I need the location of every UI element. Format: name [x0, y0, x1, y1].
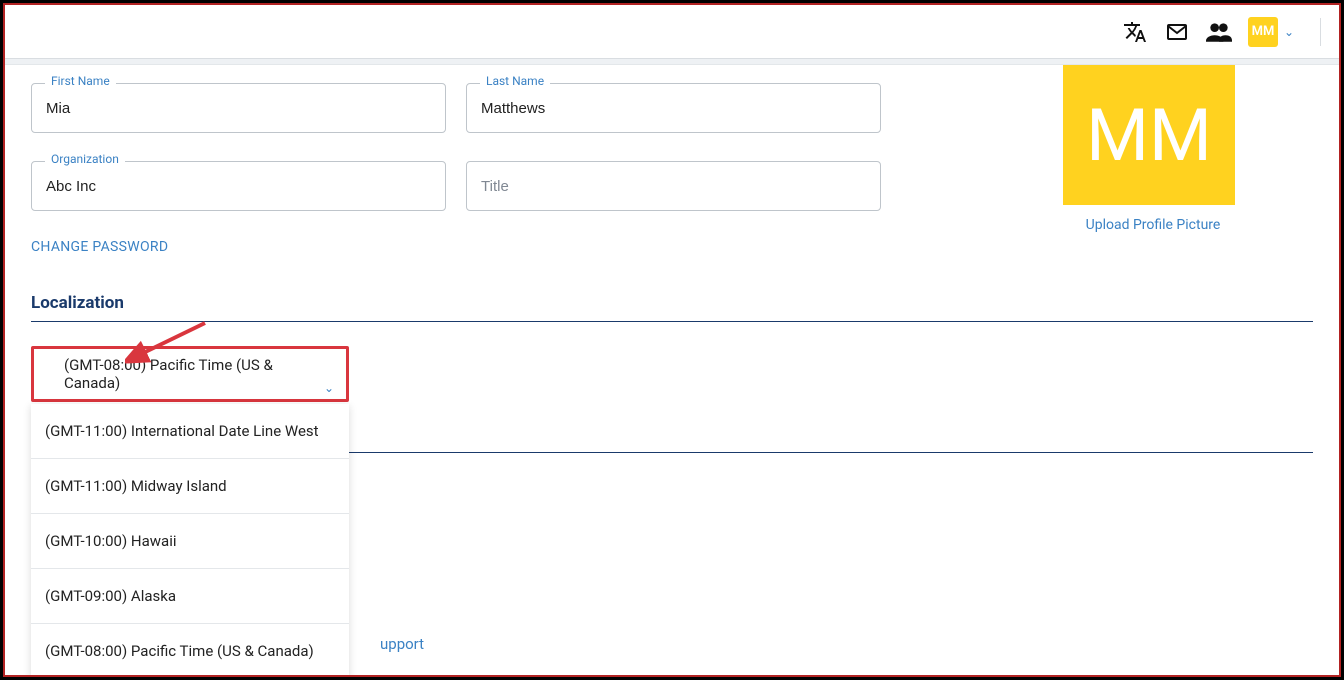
upload-profile-picture-link[interactable]: Upload Profile Picture — [1063, 217, 1243, 233]
organization-label: Organization — [45, 152, 125, 166]
last-name-label: Last Name — [480, 74, 550, 88]
avatar-menu-button[interactable]: MM ⌄ — [1248, 17, 1294, 47]
last-name-input[interactable] — [466, 83, 881, 133]
section-divider — [31, 321, 1313, 322]
organization-input[interactable] — [31, 161, 446, 211]
mail-icon[interactable] — [1164, 19, 1190, 45]
title-input[interactable] — [466, 161, 881, 211]
topbar-actions: MM ⌄ — [1122, 17, 1321, 47]
first-name-input[interactable] — [31, 83, 446, 133]
first-name-field-wrap: First Name — [31, 83, 446, 133]
organization-field-wrap: Organization — [31, 161, 446, 211]
timezone-option[interactable]: (GMT-10:00) Hawaii — [31, 514, 349, 569]
avatar-badge: MM — [1248, 17, 1278, 47]
translate-icon[interactable] — [1122, 19, 1148, 45]
first-name-label: First Name — [45, 74, 116, 88]
support-link[interactable]: upport — [380, 635, 424, 653]
timezone-select-wrap: (GMT-08:00) Pacific Time (US & Canada) ⌄… — [31, 346, 349, 402]
last-name-field-wrap: Last Name — [466, 83, 881, 133]
title-field-wrap — [466, 161, 881, 211]
topbar-header: MM ⌄ — [5, 5, 1339, 59]
change-password-link[interactable]: Change Password — [31, 239, 1313, 255]
timezone-selected-value: (GMT-08:00) Pacific Time (US & Canada) — [64, 356, 326, 392]
content-area: MM Upload Profile Picture First Name Las… — [5, 65, 1339, 453]
chevron-down-icon: ⌄ — [1284, 25, 1294, 39]
timezone-option[interactable]: (GMT-08:00) Pacific Time (US & Canada) — [31, 624, 349, 677]
profile-picture-panel: MM Upload Profile Picture — [1063, 65, 1243, 233]
timezone-option[interactable]: (GMT-11:00) International Date Line West — [31, 404, 349, 459]
timezone-option[interactable]: (GMT-09:00) Alaska — [31, 569, 349, 624]
vertical-divider — [1320, 18, 1321, 46]
people-icon[interactable] — [1206, 19, 1232, 45]
timezone-dropdown: (GMT-11:00) International Date Line West… — [31, 404, 349, 677]
profile-picture-placeholder: MM — [1063, 65, 1235, 205]
timezone-select[interactable]: (GMT-08:00) Pacific Time (US & Canada) ⌄ — [31, 346, 349, 402]
localization-section-title: Localization — [31, 293, 1313, 321]
chevron-down-icon: ⌄ — [324, 381, 334, 395]
timezone-option[interactable]: (GMT-11:00) Midway Island — [31, 459, 349, 514]
